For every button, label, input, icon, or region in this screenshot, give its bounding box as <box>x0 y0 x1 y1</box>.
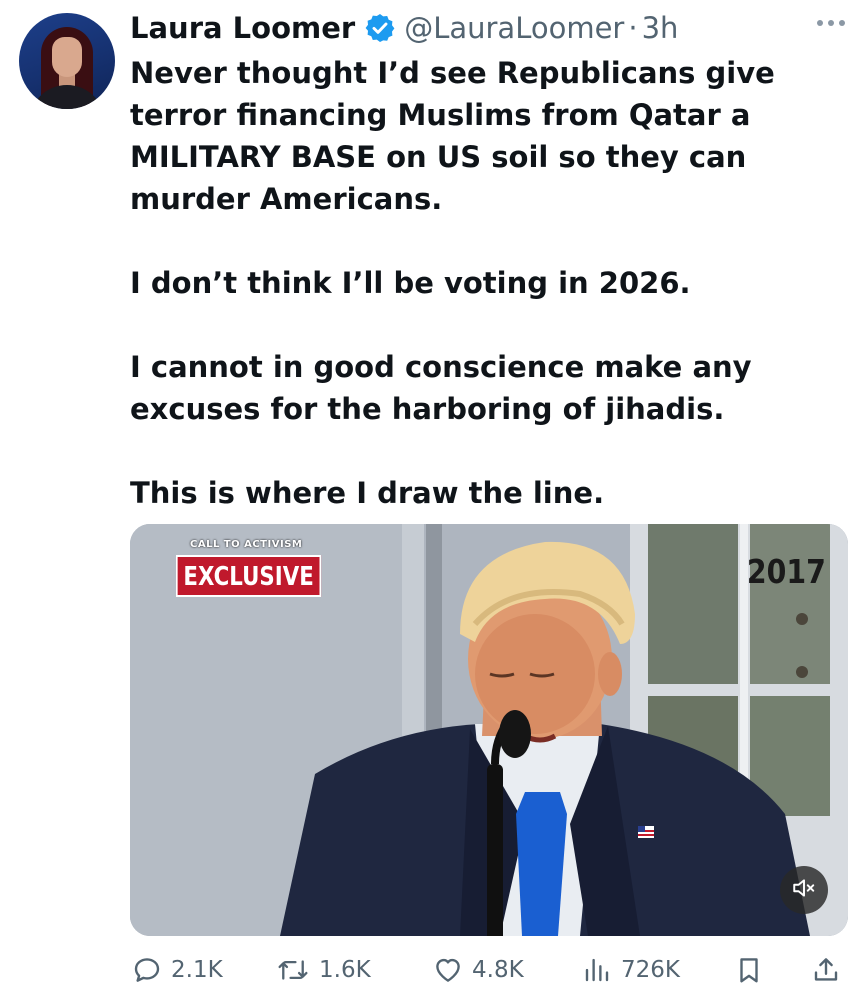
tweet-paragraph: Never thought I’d see Republicans give t… <box>130 56 775 216</box>
share-icon <box>811 955 841 985</box>
repost-icon <box>276 955 310 985</box>
like-count: 4.8K <box>472 957 524 983</box>
more-dot <box>817 20 823 26</box>
repost-count: 1.6K <box>319 957 371 983</box>
views-button[interactable]: 726K <box>582 950 680 990</box>
display-name[interactable]: Laura Loomer <box>130 8 355 48</box>
verified-badge-icon <box>364 12 396 44</box>
overlay-caption: CALL TO ACTIVISM <box>190 539 303 550</box>
year-overlay: 2017 <box>747 552 826 591</box>
heart-icon <box>433 955 463 985</box>
share-button[interactable] <box>811 950 841 990</box>
separator-dot: · <box>628 11 638 45</box>
exclusive-badge: EXCLUSIVE <box>176 555 322 597</box>
like-button[interactable]: 4.8K <box>433 950 524 990</box>
bookmark-button[interactable] <box>734 950 764 990</box>
mute-button[interactable] <box>780 866 828 914</box>
bookmark-icon <box>734 955 764 985</box>
action-bar: 2.1K 1.6K 4.8K 726K <box>130 950 848 990</box>
reply-count: 2.1K <box>171 957 223 983</box>
repost-button[interactable]: 1.6K <box>276 950 371 990</box>
tweet-header: Laura Loomer @LauraLoomer · 3h <box>130 8 678 48</box>
mute-icon <box>791 875 817 905</box>
reply-button[interactable]: 2.1K <box>132 950 223 990</box>
tweet-text: Never thought I’d see Republicans give t… <box>130 52 850 514</box>
reply-icon <box>132 955 162 985</box>
tweet-paragraph: I don’t think I’ll be voting in 2026. <box>130 266 691 300</box>
handle[interactable]: @LauraLoomer <box>404 8 624 48</box>
tweet-paragraph: This is where I draw the line. <box>130 476 605 510</box>
more-dot <box>828 20 834 26</box>
avatar-face <box>52 37 82 77</box>
views-count: 726K <box>621 957 680 983</box>
tweet-paragraph: I cannot in good conscience make any exc… <box>130 350 752 426</box>
views-icon <box>582 955 612 985</box>
more-dot <box>839 20 845 26</box>
more-icon[interactable] <box>817 20 845 26</box>
timestamp[interactable]: 3h <box>642 8 679 48</box>
video-player[interactable]: CALL TO ACTIVISM EXCLUSIVE 2017 <box>130 524 848 936</box>
avatar[interactable] <box>19 13 115 109</box>
